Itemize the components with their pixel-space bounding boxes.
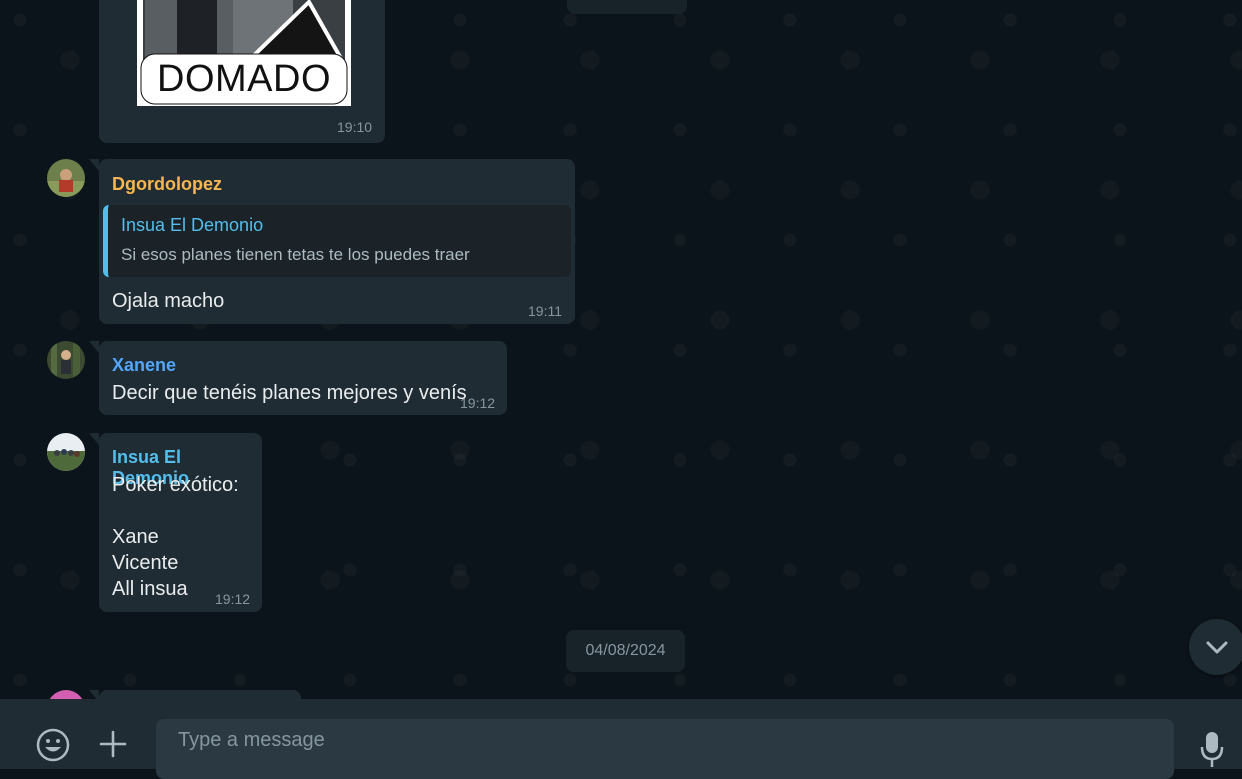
message-composer [0, 699, 1242, 779]
chat-area: DOMADO 19:10 Dgordolopez Insua El Demoni… [0, 0, 1242, 699]
quote-text: Si esos planes tienen tetas te los puede… [121, 245, 470, 264]
emoji-button[interactable] [34, 726, 72, 764]
quote-author: Insua El Demonio [121, 215, 264, 235]
message-time: 19:12 [460, 395, 496, 411]
avatar-next[interactable] [47, 690, 85, 699]
date-separator-top [567, 0, 687, 14]
message-time: 19:10 [337, 119, 373, 135]
bubble-tail [89, 341, 99, 353]
message-bubble[interactable]: Insua El Demonio Poker exótico: Xane Vic… [89, 433, 262, 612]
sender-name[interactable]: Dgordolopez [112, 174, 222, 195]
sender-name[interactable]: Xanene [112, 355, 176, 376]
message-time: 19:11 [528, 303, 562, 319]
scroll-to-bottom-button[interactable] [1189, 619, 1242, 675]
message-time: 19:12 [215, 591, 251, 607]
emoji-icon [36, 728, 70, 762]
plus-icon [99, 730, 127, 758]
message-bubble-partial[interactable] [89, 690, 301, 699]
quoted-message[interactable]: Insua El Demonio Si esos planes tienen t… [103, 205, 571, 277]
bubble-tail [89, 433, 99, 445]
sticker-bubble[interactable]: DOMADO 19:10 [99, 0, 385, 143]
avatar-insua[interactable] [47, 433, 85, 471]
sticker-caption: DOMADO [157, 58, 331, 100]
message-bubble[interactable]: Dgordolopez Insua El Demonio Si esos pla… [89, 159, 575, 324]
bubble-tail [89, 690, 99, 699]
avatar-dgordolopez[interactable] [47, 159, 85, 197]
voice-message-button[interactable] [1196, 729, 1228, 769]
message-text: Poker exótico: Xane Vicente All insua [112, 474, 239, 600]
date-separator: 04/08/2024 [566, 630, 685, 672]
avatar-xanene[interactable] [47, 341, 85, 379]
microphone-icon [1200, 732, 1224, 767]
attach-button[interactable] [96, 727, 130, 761]
message-bubble[interactable]: Xanene Decir que tenéis planes mejores y… [89, 341, 507, 415]
message-text: Decir que tenéis planes mejores y venís [112, 382, 467, 404]
chevron-down-icon [1206, 641, 1228, 654]
message-input[interactable] [156, 719, 1174, 779]
bubble-tail [89, 159, 99, 171]
message-text: Ojala macho [112, 290, 225, 312]
